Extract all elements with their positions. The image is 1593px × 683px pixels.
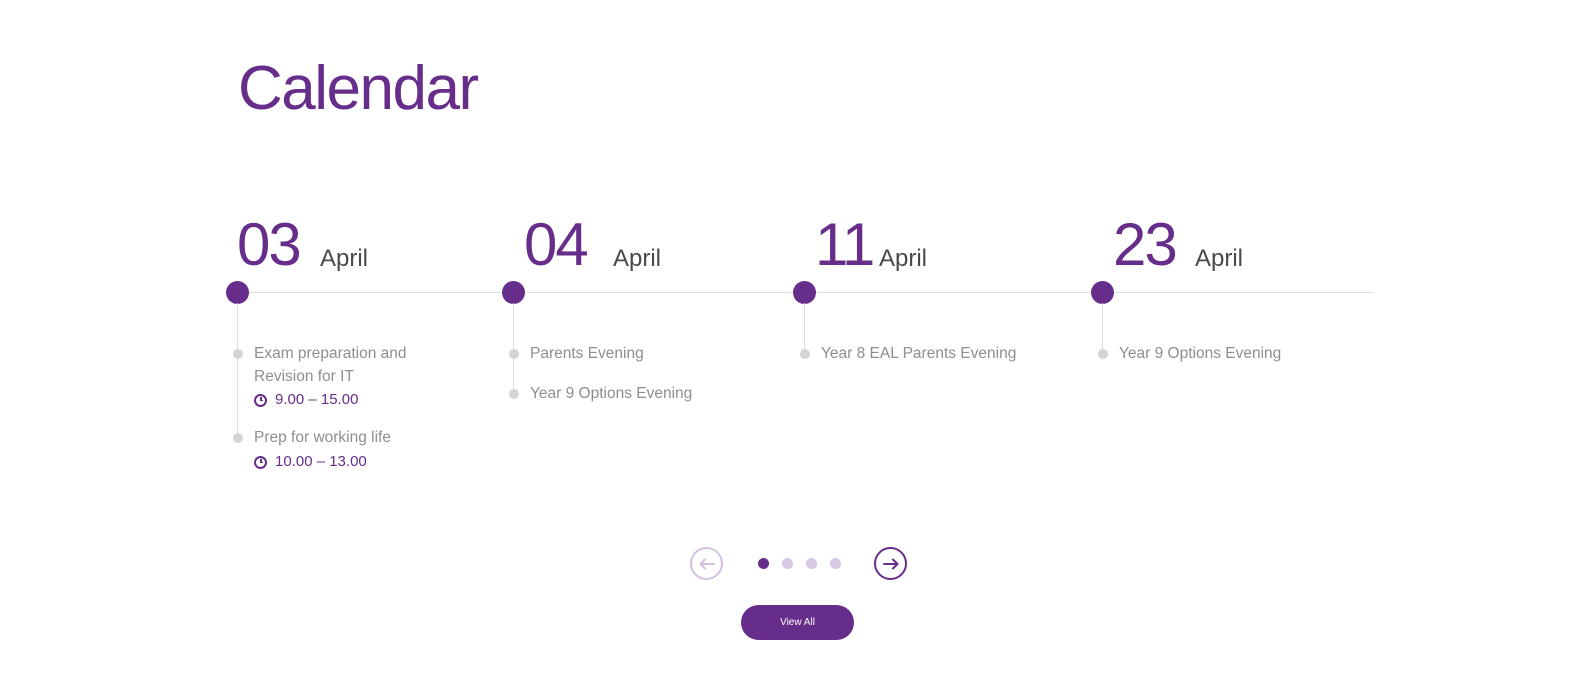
timeline-node	[502, 281, 525, 304]
event-bullet	[233, 433, 243, 443]
event-stem	[237, 303, 238, 443]
event-time: 10.00 – 13.00	[254, 452, 367, 472]
month-label: April	[879, 245, 928, 272]
timeline-node	[793, 281, 816, 304]
event-time: 9.00 – 15.00	[254, 390, 358, 410]
clock-icon	[254, 455, 267, 469]
pagination-dot[interactable]	[830, 558, 841, 569]
day-column: 03 April Exam preparation and Revision f…	[226, 0, 526, 490]
event-title[interactable]: Prep for working life	[254, 426, 454, 449]
event-stem	[513, 303, 514, 393]
event-title[interactable]: Exam preparation and Revision for IT	[254, 342, 454, 388]
day-number: 04	[524, 211, 589, 278]
event-bullet	[233, 349, 243, 359]
event-bullet	[1098, 349, 1108, 359]
prev-button[interactable]	[690, 547, 723, 580]
pagination-dot[interactable]	[758, 558, 769, 569]
day-number: 23	[1113, 211, 1178, 278]
day-number: 03	[237, 211, 302, 278]
event-stem	[804, 303, 805, 353]
event-time-label: 10.00 – 13.00	[275, 453, 367, 470]
day-column: 04 April Parents Evening Year 9 Options …	[502, 0, 802, 490]
event-time-label: 9.00 – 15.00	[275, 391, 359, 408]
pagination-dot[interactable]	[806, 558, 817, 569]
timeline-node	[1091, 281, 1114, 304]
arrow-left-icon	[699, 558, 715, 569]
event-stem	[1102, 303, 1103, 353]
month-label: April	[1195, 245, 1244, 272]
pagination-dot[interactable]	[782, 558, 793, 569]
next-button[interactable]	[874, 547, 907, 580]
month-label: April	[613, 245, 662, 272]
event-title[interactable]: Year 9 Options Evening	[1119, 342, 1379, 365]
event-title[interactable]: Year 8 EAL Parents Evening	[821, 342, 1081, 365]
view-all-button[interactable]: View All	[741, 605, 854, 640]
timeline-node	[226, 281, 249, 304]
clock-icon	[254, 393, 267, 407]
event-title[interactable]: Parents Evening	[530, 342, 770, 365]
day-number: 11	[815, 211, 875, 278]
arrow-right-icon	[882, 558, 898, 569]
month-label: April	[320, 245, 369, 272]
day-column: 23 April Year 9 Options Evening	[1091, 0, 1391, 490]
event-bullet	[800, 349, 810, 359]
day-column: 11 April Year 8 EAL Parents Evening	[793, 0, 1093, 490]
event-bullet	[509, 389, 519, 399]
event-title[interactable]: Year 9 Options Evening	[530, 382, 770, 405]
event-bullet	[509, 349, 519, 359]
